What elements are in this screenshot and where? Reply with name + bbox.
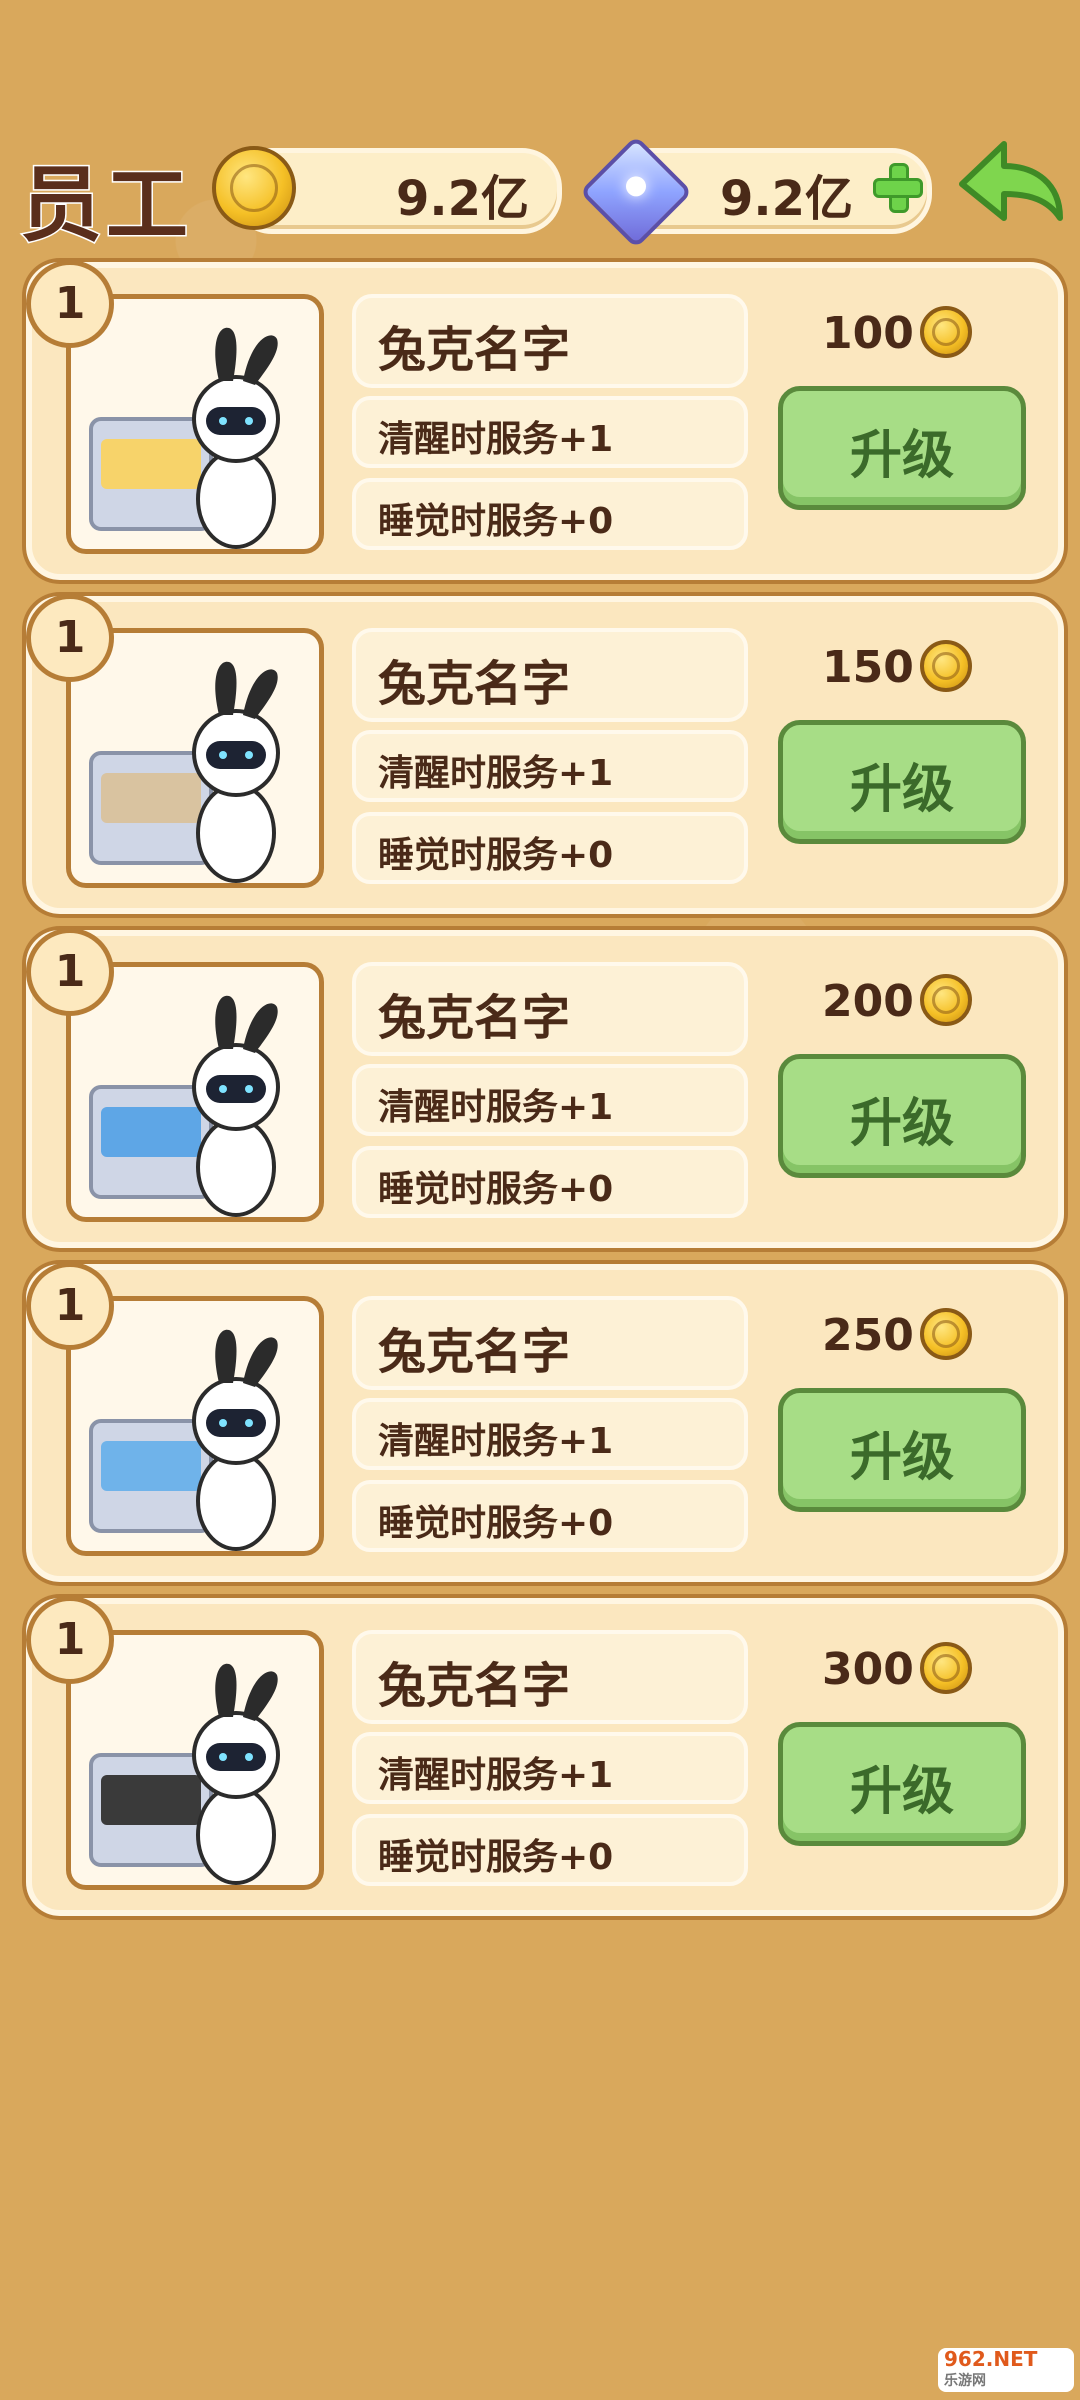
bunny-staff-illustration [89, 1329, 280, 1551]
awake-service-text: 清醒时服务+1 [378, 419, 614, 460]
staff-portrait [66, 294, 324, 554]
staff-card: 1 兔克名字 清醒时服务+1 睡觉时服务+ [26, 1262, 1064, 1582]
asleep-service-text: 睡觉时服务+0 [378, 835, 614, 876]
upgrade-button[interactable]: 升级 [778, 1388, 1026, 1512]
upgrade-button-label: 升级 [849, 426, 954, 486]
level-badge: 1 [26, 260, 114, 348]
asleep-service-text: 睡觉时服务+0 [378, 501, 614, 542]
upgrade-cost: 150 [822, 642, 914, 693]
asleep-service-text: 睡觉时服务+0 [378, 1837, 614, 1878]
staff-name-box: 兔克名字 [352, 1296, 748, 1390]
level-badge: 1 [26, 1596, 114, 1684]
upgrade-cost: 100 [822, 308, 914, 359]
staff-name-box: 兔克名字 [352, 962, 748, 1056]
upgrade-button-label: 升级 [849, 1094, 954, 1154]
staff-name: 兔克名字 [378, 990, 571, 1046]
awake-service-text: 清醒时服务+1 [378, 753, 614, 794]
page-title: 员工 [18, 157, 193, 255]
awake-service-text: 清醒时服务+1 [378, 1421, 614, 1462]
upgrade-button-label: 升级 [849, 1762, 954, 1822]
level-badge: 1 [26, 594, 114, 682]
staff-name-box: 兔克名字 [352, 1630, 748, 1724]
staff-name-box: 兔克名字 [352, 294, 748, 388]
staff-name: 兔克名字 [378, 322, 571, 378]
bunny-staff-illustration [89, 661, 280, 883]
staff-card: 1 兔克名字 清醒时服务+1 睡觉时服务+ [26, 260, 1064, 580]
bunny-staff-illustration [89, 995, 280, 1217]
awake-service-stat: 清醒时服务+1 [352, 396, 748, 468]
staff-card: 1 兔克名字 清醒时服务+1 睡觉时服务+ [26, 594, 1064, 914]
top-bar: 员工 9.2亿 9.2亿 [0, 130, 1080, 255]
staff-portrait [66, 1630, 324, 1890]
upgrade-cost: 200 [822, 976, 914, 1027]
upgrade-button[interactable]: 升级 [778, 720, 1026, 844]
staff-card: 1 兔克名字 清醒时服务+1 睡觉时服务+ [26, 928, 1064, 1248]
asleep-service-stat: 睡觉时服务+0 [352, 812, 748, 884]
watermark: 962.NET 乐游网 [938, 2348, 1074, 2392]
bunny-staff-illustration [89, 327, 280, 549]
upgrade-button[interactable]: 升级 [778, 1054, 1026, 1178]
staff-name-box: 兔克名字 [352, 628, 748, 722]
asleep-service-stat: 睡觉时服务+0 [352, 1814, 748, 1886]
asleep-service-text: 睡觉时服务+0 [378, 1503, 614, 1544]
gold-coin-icon [920, 974, 972, 1026]
upgrade-button-label: 升级 [849, 760, 954, 820]
staff-name: 兔克名字 [378, 1324, 571, 1380]
staff-portrait [66, 628, 324, 888]
staff-name: 兔克名字 [378, 1658, 571, 1714]
awake-service-stat: 清醒时服务+1 [352, 730, 748, 802]
level-badge: 1 [26, 928, 114, 1016]
level-badge: 1 [26, 1262, 114, 1350]
gem-amount: 9.2亿 [719, 171, 853, 227]
upgrade-button[interactable]: 升级 [778, 386, 1026, 510]
staff-portrait [66, 962, 324, 1222]
awake-service-stat: 清醒时服务+1 [352, 1398, 748, 1470]
coin-amount: 9.2亿 [395, 171, 529, 227]
asleep-service-text: 睡觉时服务+0 [378, 1169, 614, 1210]
awake-service-text: 清醒时服务+1 [378, 1755, 614, 1796]
upgrade-cost: 300 [822, 1644, 914, 1695]
staff-name: 兔克名字 [378, 656, 571, 712]
awake-service-stat: 清醒时服务+1 [352, 1732, 748, 1804]
staff-portrait [66, 1296, 324, 1556]
gold-coin-icon [920, 640, 972, 692]
back-arrow-icon[interactable] [956, 136, 1066, 236]
gold-coin-icon [920, 306, 972, 358]
upgrade-cost: 250 [822, 1310, 914, 1361]
gold-coin-icon [212, 146, 296, 230]
asleep-service-stat: 睡觉时服务+0 [352, 1480, 748, 1552]
plus-icon[interactable] [871, 161, 923, 213]
staff-card: 1 兔克名字 清醒时服务+1 睡觉时服务+ [26, 1596, 1064, 1916]
bunny-staff-illustration [89, 1663, 280, 1885]
awake-service-stat: 清醒时服务+1 [352, 1064, 748, 1136]
asleep-service-stat: 睡觉时服务+0 [352, 1146, 748, 1218]
upgrade-button-label: 升级 [849, 1428, 954, 1488]
asleep-service-stat: 睡觉时服务+0 [352, 478, 748, 550]
gold-coin-icon [920, 1642, 972, 1694]
awake-service-text: 清醒时服务+1 [378, 1087, 614, 1128]
upgrade-button[interactable]: 升级 [778, 1722, 1026, 1846]
gold-coin-icon [920, 1308, 972, 1360]
